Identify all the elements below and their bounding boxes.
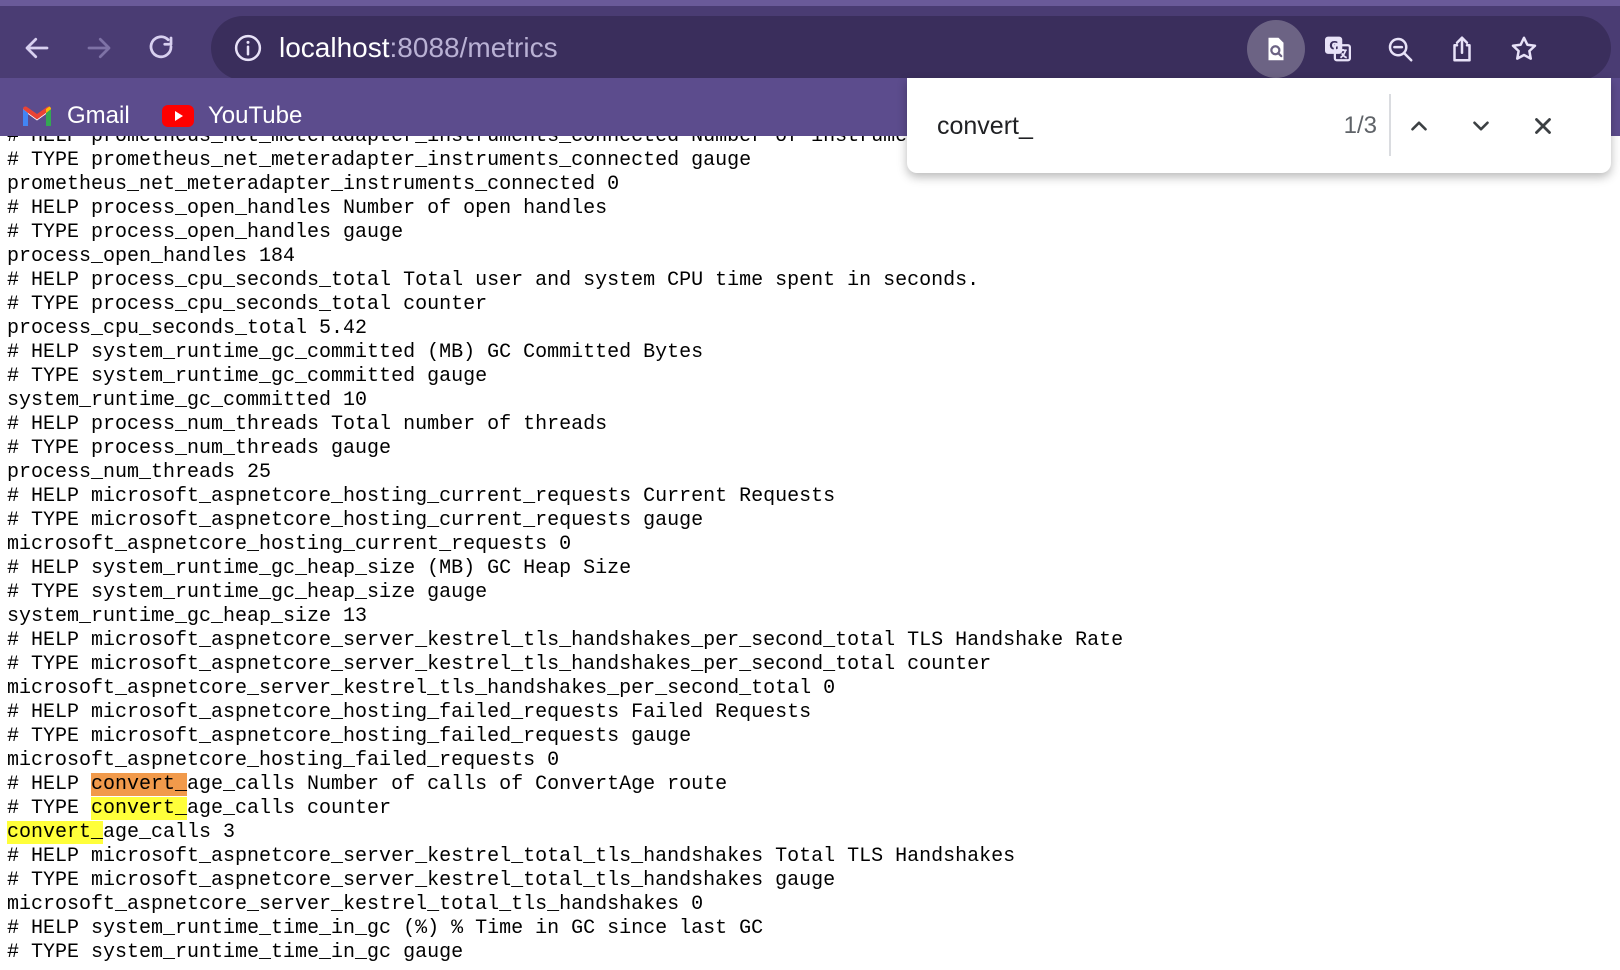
metrics-line: microsoft_aspnetcore_server_kestrel_tota… [7,893,704,916]
back-icon [25,37,49,59]
find-current-match: convert_ [91,773,188,796]
metrics-line: # TYPE system_runtime_gc_heap_size gauge [7,581,488,604]
find-match: convert_ [91,797,188,820]
metrics-line: # TYPE microsoft_aspnetcore_hosting_fail… [7,725,692,748]
bookmark-star-icon [1511,36,1537,60]
find-close-button[interactable] [1522,105,1564,147]
metrics-line: # HELP convert_age_calls Number of calls… [7,773,728,796]
close-icon [1535,118,1551,134]
site-info-button[interactable] [233,33,263,63]
metrics-line: system_runtime_gc_committed 10 [7,389,368,412]
metrics-line: # HELP process_num_threads Total number … [7,413,608,436]
metrics-text: # HELP prometheus_net_meteradapter_instr… [7,136,1483,965]
zoom-button[interactable] [1371,20,1429,78]
translate-button[interactable]: G [1309,20,1367,78]
metrics-line: # HELP process_open_handles Number of op… [7,197,608,220]
bookmark-label: Gmail [67,102,130,129]
metrics-line: # TYPE process_open_handles gauge [7,221,404,244]
zoom-icon [1388,37,1413,62]
find-bar: convert_ 1/3 [907,78,1611,173]
bookmark-star-button[interactable] [1495,20,1553,78]
metrics-line: # HELP microsoft_aspnetcore_hosting_curr… [7,485,836,508]
bookmark-youtube[interactable]: YouTube [162,96,302,136]
translate-icon: G [1325,36,1351,62]
info-icon [234,34,262,62]
chevron-down-icon [1473,121,1489,131]
metrics-line: prometheus_net_meteradapter_instruments_… [7,173,620,196]
find-in-page-icon [1268,37,1284,61]
metrics-line: system_runtime_gc_heap_size 13 [7,605,368,628]
metrics-line: process_num_threads 25 [7,461,272,484]
metrics-line: process_open_handles 184 [7,245,296,268]
metrics-line: # TYPE microsoft_aspnetcore_server_kestr… [7,653,992,676]
gmail-icon [21,100,53,132]
url-text[interactable]: localhost:8088/metrics [279,30,558,66]
metrics-line: microsoft_aspnetcore_hosting_failed_requ… [7,749,560,772]
metrics-line: # HELP process_cpu_seconds_total Total u… [7,269,980,292]
metrics-line: # HELP microsoft_aspnetcore_hosting_fail… [7,701,812,724]
metrics-line: process_cpu_seconds_total 5.42 [7,317,368,340]
metrics-line: # TYPE process_cpu_seconds_total counter [7,293,488,316]
forward-icon [87,37,111,59]
reload-button[interactable] [141,28,181,68]
metrics-line: # TYPE system_runtime_gc_committed gauge [7,365,488,388]
back-button[interactable] [17,28,57,68]
address-bar[interactable]: localhost:8088/metrics G [211,16,1611,80]
url-path: :8088/metrics [389,32,558,63]
youtube-icon [162,100,194,132]
share-button[interactable] [1433,20,1491,78]
metrics-line: # HELP system_runtime_gc_committed (MB) … [7,341,704,364]
find-next-button[interactable] [1460,105,1502,147]
metrics-line: microsoft_aspnetcore_server_kestrel_tls_… [7,677,836,700]
metrics-line: # TYPE process_num_threads gauge [7,437,392,460]
find-divider [1389,94,1391,156]
url-host: localhost [279,32,390,63]
metrics-line: convert_age_calls 3 [7,821,236,844]
metrics-line: # HELP microsoft_aspnetcore_server_kestr… [7,629,1124,652]
chevron-up-icon [1411,121,1427,131]
metrics-line: # TYPE microsoft_aspnetcore_hosting_curr… [7,509,704,532]
metrics-line: microsoft_aspnetcore_hosting_current_req… [7,533,572,556]
metrics-line: # TYPE convert_age_calls counter [7,797,392,820]
find-match: convert_ [7,821,104,844]
find-previous-button[interactable] [1398,105,1440,147]
reload-icon [149,35,173,59]
metrics-line: # HELP system_runtime_time_in_gc (%) % T… [7,917,764,940]
metrics-line: # TYPE microsoft_aspnetcore_server_kestr… [7,869,836,892]
share-icon [1453,36,1471,62]
metrics-line: # HELP microsoft_aspnetcore_server_kestr… [7,845,1016,868]
find-match-count: 1/3 [1343,112,1377,139]
bookmark-gmail[interactable]: Gmail [21,96,130,136]
bookmark-label: YouTube [208,102,303,129]
metrics-line: # HELP system_runtime_gc_heap_size (MB) … [7,557,632,580]
forward-button[interactable] [79,28,119,68]
find-input[interactable]: convert_ [937,106,1277,146]
metrics-line: # TYPE system_runtime_time_in_gc gauge [7,941,464,964]
find-in-page-button[interactable] [1247,20,1305,78]
page-content: # HELP prometheus_net_meteradapter_instr… [0,136,1620,970]
browser-toolbar: localhost:8088/metrics G [0,0,1620,80]
